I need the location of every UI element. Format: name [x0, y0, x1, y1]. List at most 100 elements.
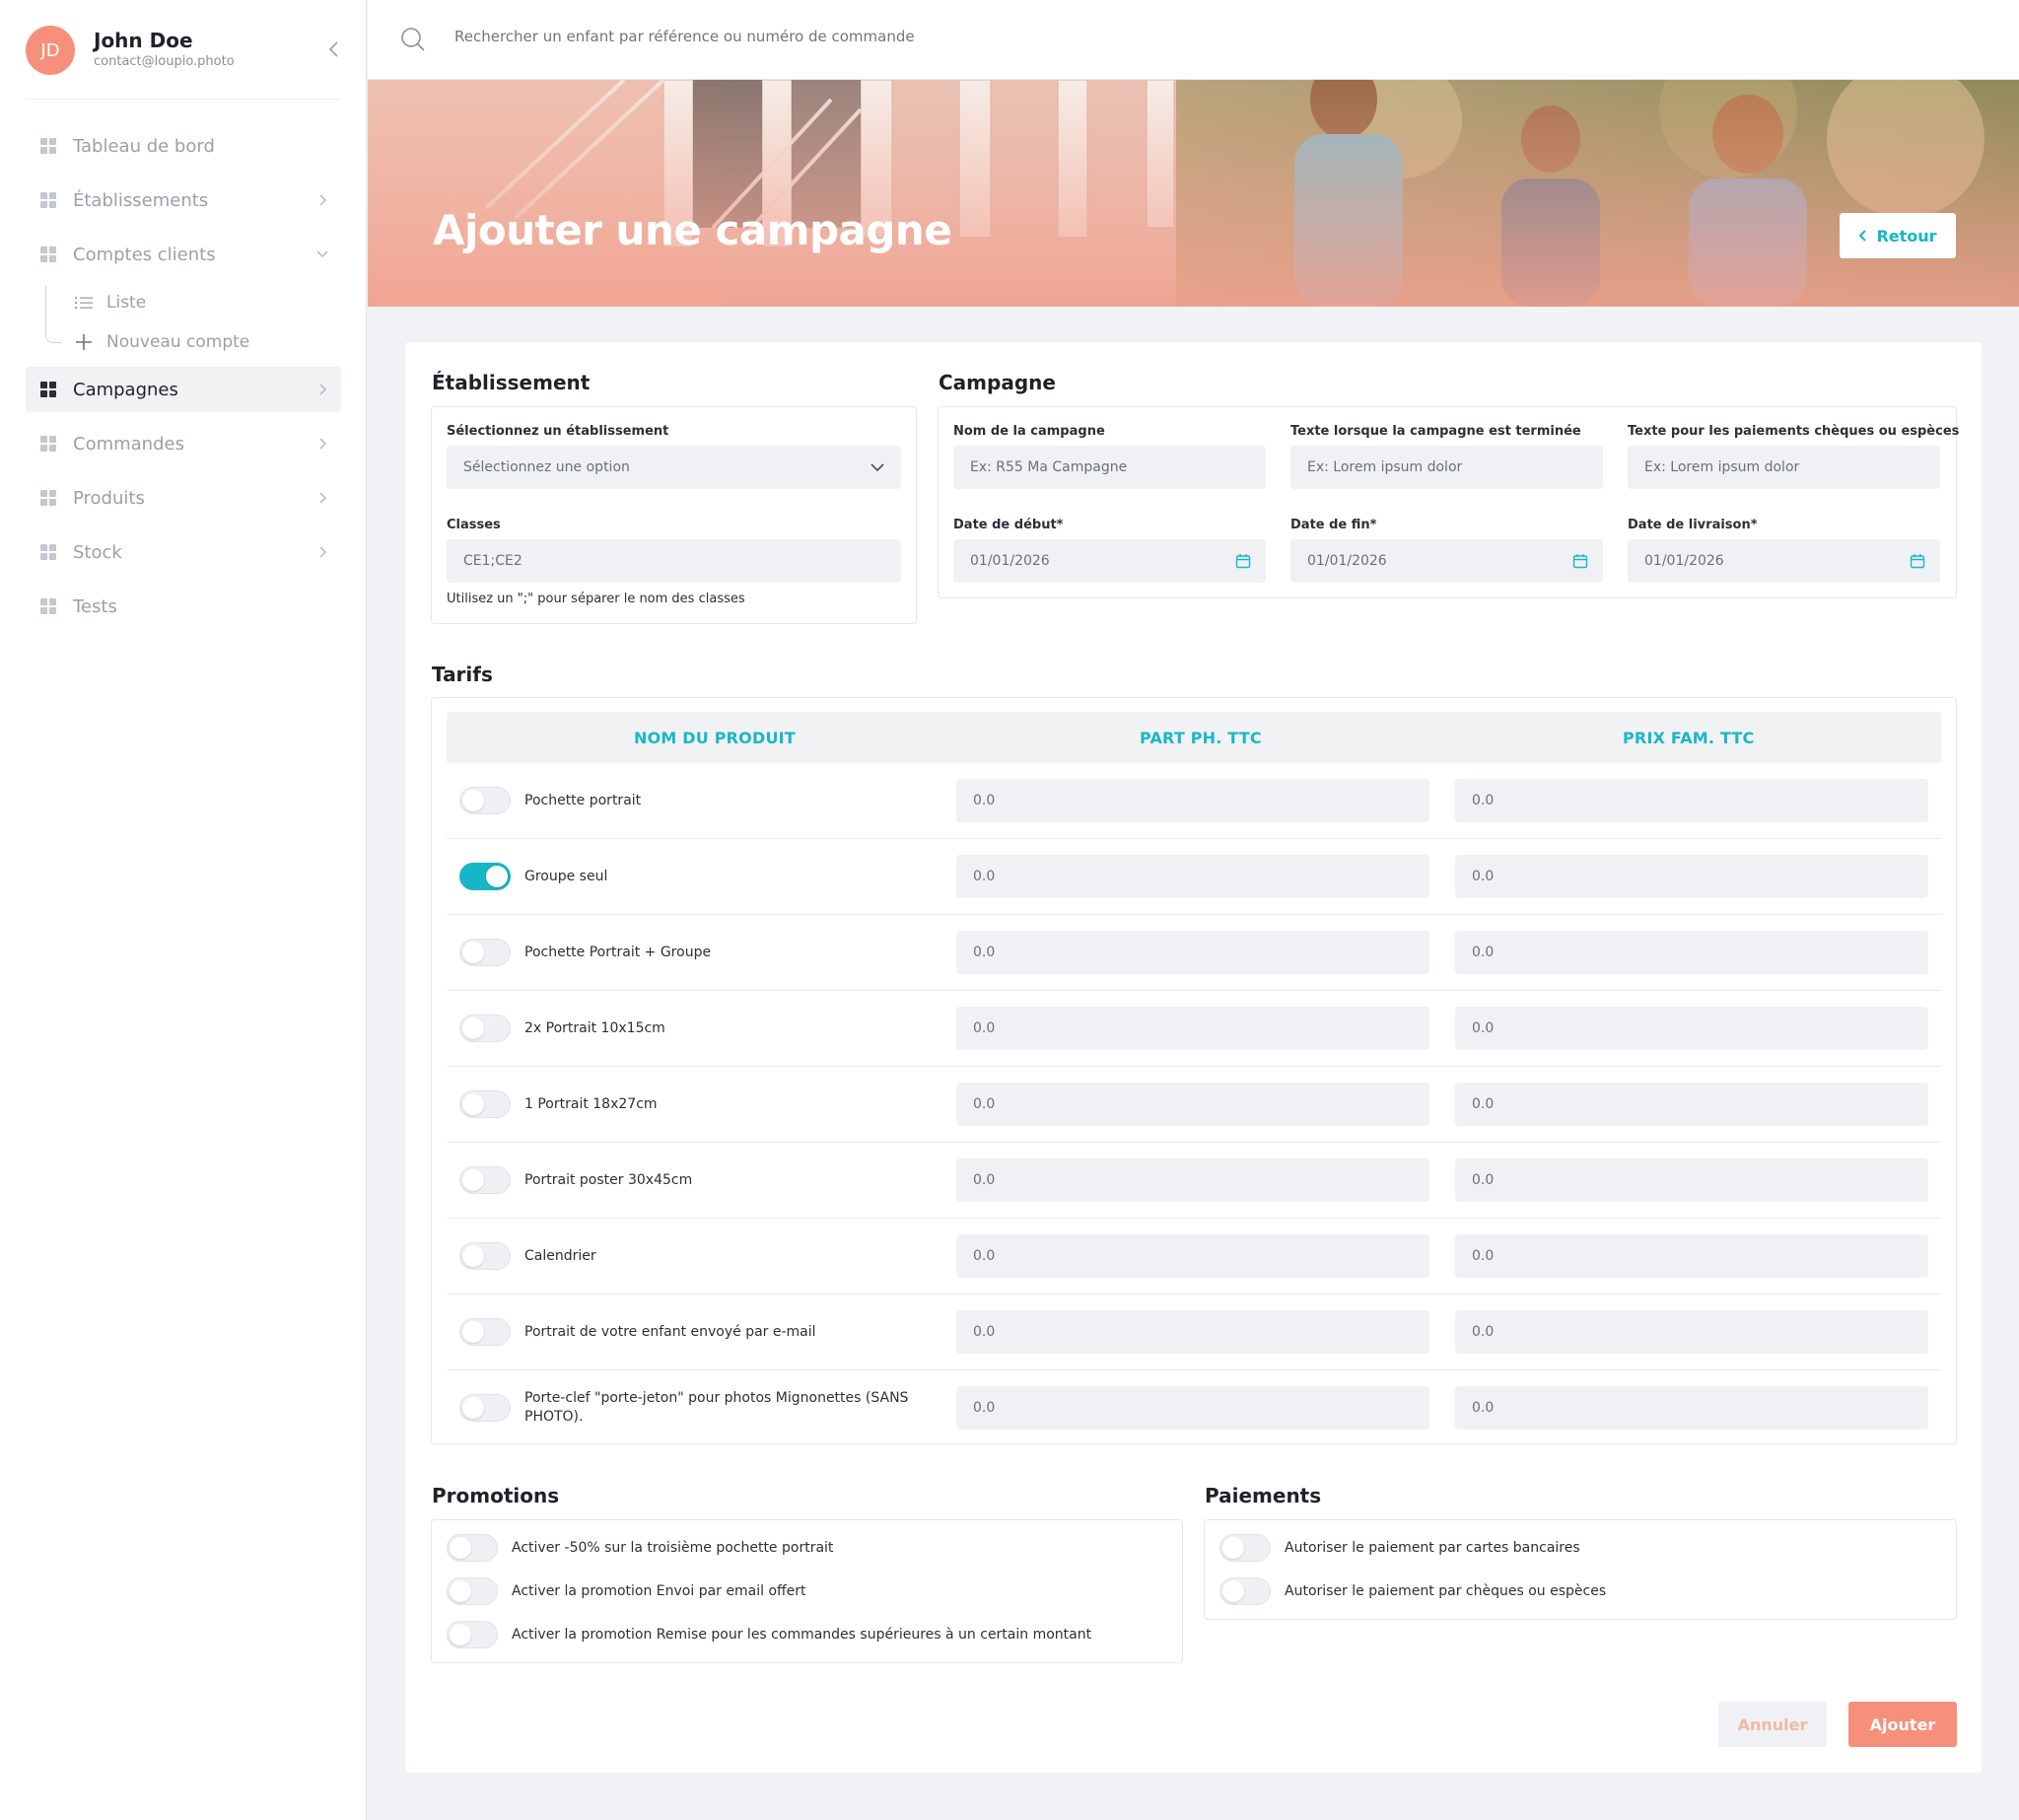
part-input[interactable]: 0.0 [956, 1310, 1429, 1354]
part-input[interactable]: 0.0 [956, 1234, 1429, 1278]
search-icon [401, 28, 425, 51]
cheque-text-input[interactable]: Ex: Lorem ipsum dolor [1628, 446, 1940, 489]
hero-banner: Ajouter une campagne Retour [368, 80, 2019, 307]
start-date-input[interactable]: 01/01/2026 [953, 539, 1266, 583]
etablissement-select[interactable]: Sélectionnez une option [447, 446, 901, 489]
cancel-button[interactable]: Annuler [1718, 1702, 1827, 1747]
collapse-sidebar-icon[interactable] [324, 35, 344, 63]
search-input[interactable] [454, 28, 1145, 45]
sidebar-item-stock[interactable]: Stock [26, 529, 341, 575]
grid-icon [40, 598, 56, 614]
calendar-icon[interactable] [1910, 553, 1925, 569]
payment-label: Autoriser le paiement par cartes bancair… [1285, 1540, 1580, 1556]
sidebar-item-comptes-clients[interactable]: Comptes clients [26, 232, 341, 277]
product-name: 2x Portrait 10x15cm [524, 1020, 665, 1036]
payment-option[interactable]: Autoriser le paiement par chèques ou esp… [1219, 1577, 1606, 1605]
etablissement-title: Établissement [432, 371, 591, 394]
topbar [368, 0, 2019, 80]
prix-input[interactable]: 0.0 [1455, 1310, 1928, 1354]
sidebar-subitem-nouveau-compte[interactable]: Nouveau compte [75, 327, 249, 357]
payment-toggle[interactable] [1219, 1534, 1271, 1562]
chevron-left-icon [1859, 230, 1867, 242]
payment-option[interactable]: Autoriser le paiement par cartes bancair… [1219, 1534, 1580, 1562]
product-name: Calendrier [524, 1248, 596, 1264]
sidebar-item-produits[interactable]: Produits [26, 475, 341, 521]
chevron-right-icon [319, 438, 327, 450]
part-input[interactable]: 0.0 [956, 1083, 1429, 1126]
product-toggle[interactable] [459, 939, 511, 966]
back-button-label: Retour [1876, 226, 1937, 245]
plus-icon [76, 334, 92, 350]
grid-icon [40, 192, 56, 208]
classes-input[interactable]: CE1;CE2 [447, 539, 901, 583]
campaign-name-input[interactable]: Ex: R55 Ma Campagne [953, 446, 1266, 489]
part-input[interactable]: 0.0 [956, 855, 1429, 898]
sidebar-item-dashboard[interactable]: Tableau de bord [26, 123, 341, 169]
product-toggle[interactable] [459, 787, 511, 814]
part-input[interactable]: 0.0 [956, 1158, 1429, 1202]
promotions-title: Promotions [432, 1484, 560, 1507]
promo-option[interactable]: Activer la promotion Envoi par email off… [447, 1577, 806, 1605]
product-name: Pochette Portrait + Groupe [524, 945, 712, 960]
promo-option[interactable]: Activer -50% sur la troisième pochette p… [447, 1534, 833, 1562]
end-date-input[interactable]: 01/01/2026 [1290, 539, 1603, 583]
calendar-icon[interactable] [1235, 553, 1251, 569]
sidebar-item-label: Comptes clients [73, 244, 216, 265]
sidebar-item-campagnes[interactable]: Campagnes [26, 367, 341, 412]
product-name: Porte-clef "porte-jeton" pour photos Mig… [524, 1390, 909, 1425]
user-name: John Doe [94, 29, 193, 52]
table-row: Pochette Portrait + Groupe 0.0 0.0 [447, 915, 1941, 991]
campagne-title: Campagne [939, 371, 1056, 394]
prix-input[interactable]: 0.0 [1455, 1083, 1928, 1126]
product-toggle[interactable] [459, 1394, 511, 1422]
user-email: contact@loupio.photo [94, 54, 235, 69]
part-input[interactable]: 0.0 [956, 779, 1429, 822]
promo-toggle[interactable] [447, 1621, 498, 1648]
promo-toggle[interactable] [447, 1534, 498, 1562]
grid-icon [40, 246, 56, 262]
part-input[interactable]: 0.0 [956, 1007, 1429, 1050]
grid-icon [40, 138, 56, 154]
promo-option[interactable]: Activer la promotion Remise pour les com… [447, 1621, 1091, 1648]
start-date-label: Date de début* [953, 518, 1064, 532]
product-name: 1 Portrait 18x27cm [524, 1096, 658, 1112]
submit-button[interactable]: Ajouter [1848, 1702, 1957, 1747]
paiements-title: Paiements [1205, 1484, 1322, 1507]
sidebar-item-etablissements[interactable]: Établissements [26, 177, 341, 223]
prix-input[interactable]: 0.0 [1455, 1007, 1928, 1050]
product-toggle[interactable] [459, 1090, 511, 1118]
product-toggle[interactable] [459, 1166, 511, 1194]
table-row: Groupe seul 0.0 0.0 [447, 839, 1941, 915]
promo-toggle[interactable] [447, 1577, 498, 1605]
sidebar-item-tests[interactable]: Tests [26, 584, 341, 629]
avatar[interactable]: JD [26, 26, 75, 75]
part-input[interactable]: 0.0 [956, 931, 1429, 974]
calendar-icon[interactable] [1572, 553, 1588, 569]
payment-label: Autoriser le paiement par chèques ou esp… [1285, 1583, 1607, 1599]
part-input[interactable]: 0.0 [956, 1386, 1429, 1430]
prix-input[interactable]: 0.0 [1455, 1386, 1928, 1430]
classes-label: Classes [447, 518, 501, 532]
product-toggle[interactable] [459, 1242, 511, 1270]
end-date-label: Date de fin* [1290, 518, 1377, 532]
sidebar-subitem-liste[interactable]: Liste [75, 288, 146, 317]
delivery-date-input[interactable]: 01/01/2026 [1628, 539, 1940, 583]
product-toggle[interactable] [459, 1015, 511, 1042]
table-row: 2x Portrait 10x15cm 0.0 0.0 [447, 991, 1941, 1067]
tarifs-table-header: NOM DU PRODUIT PART PH. TTC PRIX FAM. TT… [447, 712, 1941, 763]
select-etablissement-label: Sélectionnez un établissement [447, 424, 669, 439]
product-toggle[interactable] [459, 863, 511, 890]
back-button[interactable]: Retour [1840, 213, 1956, 258]
prix-input[interactable]: 0.0 [1455, 855, 1928, 898]
prix-input[interactable]: 0.0 [1455, 931, 1928, 974]
chevron-down-icon [870, 463, 884, 472]
prix-input[interactable]: 0.0 [1455, 1158, 1928, 1202]
sidebar-item-commandes[interactable]: Commandes [26, 421, 341, 466]
end-text-input[interactable]: Ex: Lorem ipsum dolor [1290, 446, 1603, 489]
product-name: Pochette portrait [524, 793, 642, 808]
prix-input[interactable]: 0.0 [1455, 779, 1928, 822]
prix-input[interactable]: 0.0 [1455, 1234, 1928, 1278]
table-row: 1 Portrait 18x27cm 0.0 0.0 [447, 1067, 1941, 1143]
payment-toggle[interactable] [1219, 1577, 1271, 1605]
product-toggle[interactable] [459, 1318, 511, 1346]
